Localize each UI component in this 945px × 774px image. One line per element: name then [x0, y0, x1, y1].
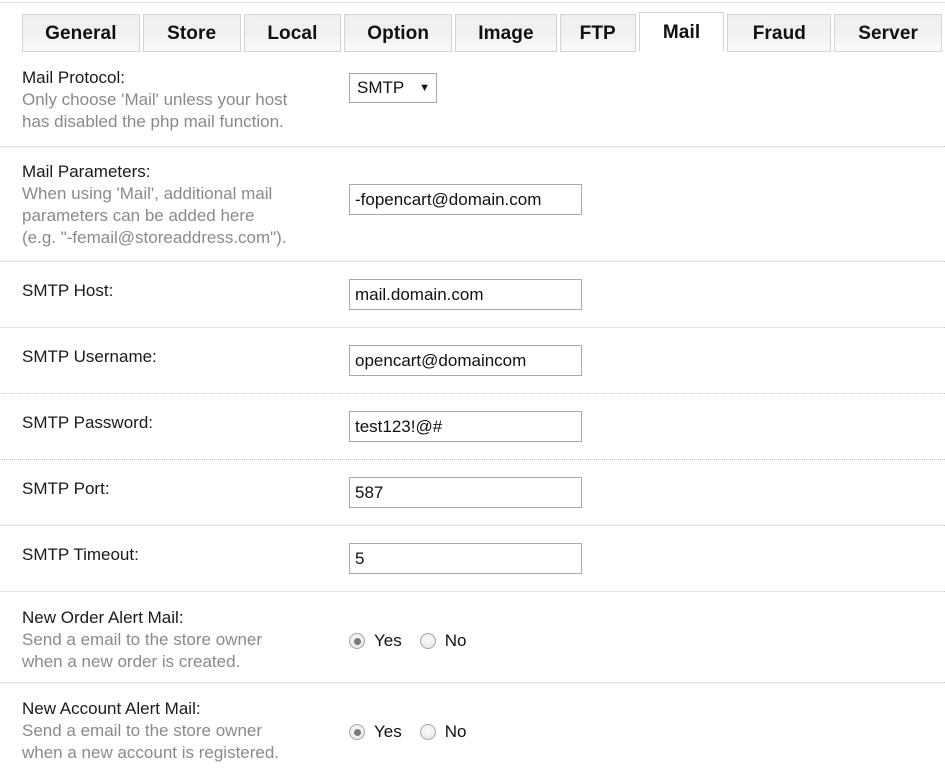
new-account-alert-radio-no[interactable]: No: [419, 722, 467, 742]
smtp-password-input[interactable]: [349, 411, 582, 442]
row-mail-parameters-label: Mail Parameters: When using 'Mail', addi…: [0, 160, 349, 249]
row-smtp-host-field: [349, 279, 945, 310]
tab-store[interactable]: Store: [142, 14, 241, 52]
row-smtp-host: SMTP Host:: [0, 262, 945, 328]
row-new-order-alert-label: New Order Alert Mail: Send a email to th…: [0, 606, 349, 673]
row-new-order-alert: New Order Alert Mail: Send a email to th…: [0, 592, 945, 683]
new-order-alert-radio-no[interactable]: No: [419, 631, 467, 651]
tab-general[interactable]: General: [22, 14, 140, 52]
row-smtp-host-label: SMTP Host:: [0, 279, 349, 302]
tab-option[interactable]: Option: [344, 14, 453, 52]
new-order-alert-radio-group: Yes No: [349, 631, 945, 651]
new-order-alert-radio-yes[interactable]: Yes: [349, 631, 402, 651]
row-smtp-timeout: SMTP Timeout:: [0, 526, 945, 592]
label-title: SMTP Password:: [22, 413, 154, 432]
row-smtp-port-field: [349, 477, 945, 508]
settings-tab-bar: General Store Local Option Image FTP Mai…: [0, 0, 945, 52]
smtp-port-input[interactable]: [349, 477, 582, 508]
label-title: SMTP Username:: [22, 347, 157, 366]
row-smtp-timeout-field: [349, 543, 945, 574]
label-title: SMTP Port:: [22, 479, 110, 498]
radio-label: Yes: [374, 631, 402, 650]
label-description-line: When using 'Mail', additional mail: [22, 184, 273, 203]
mail-parameters-input[interactable]: [349, 184, 582, 215]
mail-protocol-select[interactable]: SMTP ▼: [349, 73, 437, 103]
mail-protocol-select-value: SMTP: [357, 78, 405, 97]
row-smtp-timeout-label: SMTP Timeout:: [0, 543, 349, 566]
tab-server[interactable]: Server: [834, 14, 942, 52]
label-title: New Order Alert Mail:: [22, 608, 184, 627]
radio-unselected-icon[interactable]: [419, 724, 436, 740]
label-title: SMTP Host:: [22, 281, 114, 300]
tab-fraud[interactable]: Fraud: [727, 14, 832, 52]
label-description-line: Send a email to the store owner: [22, 630, 263, 649]
label-title: Mail Protocol:: [22, 68, 125, 87]
row-mail-protocol-label: Mail Protocol: Only choose 'Mail' unless…: [0, 66, 349, 133]
row-mail-protocol: Mail Protocol: Only choose 'Mail' unless…: [0, 52, 945, 147]
radio-unselected-icon[interactable]: [419, 633, 436, 649]
row-smtp-password: SMTP Password:: [0, 394, 945, 460]
row-mail-protocol-field: SMTP ▼: [349, 73, 945, 103]
label-title: Mail Parameters:: [22, 162, 151, 181]
row-new-account-alert: New Account Alert Mail: Send a email to …: [0, 683, 945, 773]
smtp-host-input[interactable]: [349, 279, 582, 310]
radio-label: No: [444, 631, 467, 650]
label-description-line: has disabled the php mail function.: [22, 112, 284, 131]
tab-local[interactable]: Local: [243, 14, 342, 52]
row-smtp-password-field: [349, 411, 945, 442]
row-smtp-port-label: SMTP Port:: [0, 477, 349, 500]
row-new-account-alert-field: Yes No: [349, 722, 945, 742]
tab-ftp[interactable]: FTP: [559, 14, 636, 52]
row-smtp-password-label: SMTP Password:: [0, 411, 349, 434]
label-description-line: parameters can be added here: [22, 206, 255, 225]
radio-label: Yes: [374, 722, 402, 741]
label-title: SMTP Timeout:: [22, 545, 139, 564]
chevron-down-icon: ▼: [419, 81, 430, 94]
label-description-line: when a new account is registered.: [22, 743, 280, 762]
label-description-line: Send a email to the store owner: [22, 721, 263, 740]
row-smtp-username: SMTP Username:: [0, 328, 945, 394]
label-description-line: Only choose 'Mail' unless your host: [22, 90, 288, 109]
new-account-alert-radio-group: Yes No: [349, 722, 945, 742]
radio-selected-icon[interactable]: [349, 724, 365, 740]
smtp-timeout-input[interactable]: [349, 543, 582, 574]
row-mail-parameters-field: [349, 184, 945, 215]
label-description-line: (e.g. "-femail@storeaddress.com").: [22, 228, 287, 247]
row-new-order-alert-field: Yes No: [349, 631, 945, 651]
row-smtp-username-label: SMTP Username:: [0, 345, 349, 368]
new-account-alert-radio-yes[interactable]: Yes: [349, 722, 402, 742]
radio-selected-icon[interactable]: [349, 633, 365, 649]
label-title: New Account Alert Mail:: [22, 699, 201, 718]
smtp-username-input[interactable]: [349, 345, 582, 376]
tab-mail[interactable]: Mail: [638, 12, 725, 52]
tab-image[interactable]: Image: [455, 14, 557, 52]
row-smtp-port: SMTP Port:: [0, 460, 945, 526]
row-mail-parameters: Mail Parameters: When using 'Mail', addi…: [0, 147, 945, 262]
row-smtp-username-field: [349, 345, 945, 376]
label-description-line: when a new order is created.: [22, 652, 241, 671]
radio-label: No: [444, 722, 467, 741]
mail-settings-panel: Mail Protocol: Only choose 'Mail' unless…: [0, 52, 945, 773]
row-new-account-alert-label: New Account Alert Mail: Send a email to …: [0, 697, 349, 764]
